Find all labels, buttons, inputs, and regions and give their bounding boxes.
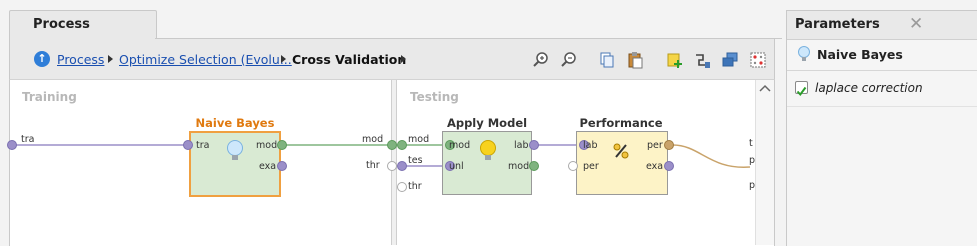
apply-model-mod-out-label: mod bbox=[508, 161, 530, 172]
training-thr-port[interactable] bbox=[387, 161, 397, 171]
operator-lightbulb-icon bbox=[797, 45, 811, 67]
checkmark-icon bbox=[796, 86, 807, 97]
apply-model-mod-out-port[interactable] bbox=[529, 161, 539, 171]
training-input-port[interactable] bbox=[7, 140, 17, 150]
performance-per-out-label: per bbox=[647, 140, 663, 151]
parameters-title: Parameters bbox=[795, 17, 880, 32]
testing-output-label-1: t bbox=[749, 138, 753, 149]
performance-per-out-port[interactable] bbox=[664, 140, 674, 150]
percent-icon bbox=[611, 141, 631, 165]
apply-model-lightbulb-icon bbox=[478, 138, 498, 168]
close-icon[interactable]: ✕ bbox=[909, 14, 923, 34]
lightbulb-icon bbox=[225, 138, 245, 168]
apply-model-unl-label: unl bbox=[449, 161, 464, 172]
naive-bayes-exa-port[interactable] bbox=[277, 161, 287, 171]
testing-mod-input-label: mod bbox=[408, 134, 430, 145]
training-thr-port-label: thr bbox=[366, 160, 380, 171]
apply-model-lab-port[interactable] bbox=[529, 140, 539, 150]
laplace-correction-label: laplace correction bbox=[815, 81, 923, 95]
parameters-divider bbox=[787, 70, 977, 71]
naive-bayes-tra-port[interactable] bbox=[183, 140, 193, 150]
parameters-panel bbox=[786, 10, 977, 246]
naive-bayes-exa-label: exa bbox=[259, 161, 277, 172]
testing-output-label-2: p bbox=[749, 155, 756, 166]
naive-bayes-mod-port[interactable] bbox=[277, 140, 287, 150]
naive-bayes-mod-label: mod bbox=[256, 140, 278, 151]
parameters-row-divider bbox=[787, 106, 977, 107]
performance-title[interactable]: Performance bbox=[576, 116, 666, 130]
apply-model-mod-label: mod bbox=[449, 140, 471, 151]
parameters-operator-name: Naive Bayes bbox=[817, 47, 903, 62]
laplace-correction-checkbox[interactable] bbox=[795, 81, 808, 97]
naive-bayes-tra-label: tra bbox=[196, 140, 210, 151]
naive-bayes-title[interactable]: Naive Bayes bbox=[190, 116, 280, 130]
performance-lab-label: lab bbox=[583, 140, 598, 151]
performance-per-in-port[interactable] bbox=[568, 161, 578, 171]
testing-thr-input-port[interactable] bbox=[397, 182, 407, 192]
training-output-port-label: mod bbox=[362, 134, 384, 145]
training-output-port[interactable] bbox=[387, 140, 397, 150]
training-input-port-label: tra bbox=[21, 134, 35, 145]
testing-tes-input-label: tes bbox=[408, 155, 423, 166]
apply-model-title[interactable]: Apply Model bbox=[442, 116, 532, 130]
performance-exa-port[interactable] bbox=[664, 161, 674, 171]
testing-output-label-3: p bbox=[749, 180, 756, 191]
performance-per-in-label: per bbox=[583, 161, 599, 172]
apply-model-lab-label: lab bbox=[514, 140, 529, 151]
testing-tes-input-port[interactable] bbox=[397, 161, 407, 171]
testing-mod-input-port[interactable] bbox=[397, 140, 407, 150]
testing-thr-input-label: thr bbox=[408, 181, 422, 192]
performance-exa-label: exa bbox=[646, 161, 664, 172]
